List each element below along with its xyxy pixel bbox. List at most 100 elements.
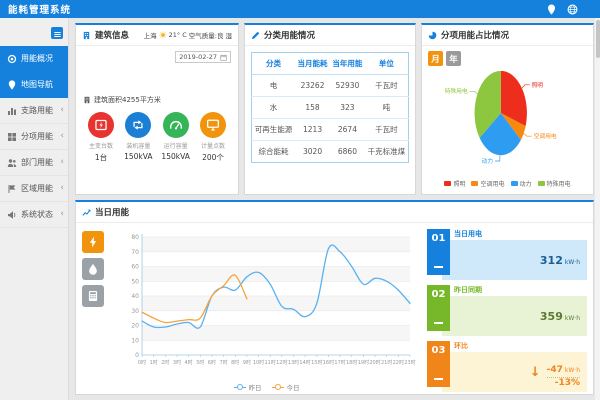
pie-legend-item[interactable]: 动力 (511, 179, 532, 188)
svg-text:16时: 16时 (322, 359, 333, 366)
weather-temp: 21° C (169, 31, 187, 39)
svg-text:8时: 8时 (231, 359, 239, 366)
sun-icon (159, 31, 167, 39)
flag-icon (7, 184, 17, 194)
sidebar-item-label: 用能概况 (21, 53, 53, 64)
line-chart: 010203040506070800时1时2时3时4时5时6时7时8时9时10时… (116, 227, 418, 377)
scrollbar[interactable] (595, 18, 600, 400)
sidebar: 用能概况地图导航支路用能‹分项用能‹部门用能‹区域用能‹系统状态‹ (0, 18, 69, 400)
svg-text:1时: 1时 (149, 359, 157, 366)
svg-text:5时: 5时 (196, 359, 204, 366)
table-header: 当月能耗 (295, 53, 330, 75)
pie-label-line (524, 133, 532, 136)
energy-toggle-meter[interactable] (82, 285, 104, 307)
overview-icon (7, 54, 17, 64)
redacted-label (160, 53, 172, 61)
location-pin-icon[interactable] (546, 4, 557, 15)
chevron-left-icon: ‹ (60, 184, 64, 193)
redacted-text (83, 68, 161, 77)
sidebar-collapse-button[interactable] (51, 27, 63, 39)
building-stat: 主变台数1台 (83, 112, 119, 163)
line-legend-item[interactable]: 昨日 (234, 382, 262, 392)
sidebar-item-region-energy[interactable]: 区域用能‹ (0, 176, 68, 202)
water-drop-icon (87, 263, 99, 275)
panel-title: 当日用能 (95, 206, 129, 218)
table-cell: 52930 (330, 75, 365, 97)
pie-legend-item[interactable]: 空调用电 (471, 179, 504, 188)
svg-text:22时: 22时 (392, 359, 403, 366)
daily-stats: 01 当日用电 312kW·h 02 昨日同期 359kW·h (427, 227, 587, 390)
table-cell: 323 (330, 97, 365, 119)
line-legend-item[interactable]: 今日 (272, 382, 300, 392)
weather-city: 上海 (144, 30, 157, 40)
subitem-share-panel: 分项用能占比情况 月年 照明空调用电动力特殊用电 照明空调用电动力特殊用电 (421, 23, 594, 195)
svg-text:11时: 11时 (264, 359, 275, 366)
svg-text:9时: 9时 (242, 359, 250, 366)
line-chart-area: 010203040506070800时1时2时3时4时5时6时7时8时9时10时… (116, 227, 418, 381)
sidebar-item-label: 分项用能 (21, 131, 53, 142)
panel-title: 分类用能情况 (264, 29, 315, 41)
chevron-left-icon: ‹ (60, 132, 64, 141)
pie-legend-item[interactable]: 照明 (444, 179, 465, 188)
svg-text:60: 60 (131, 264, 139, 271)
svg-text:7时: 7时 (219, 359, 227, 366)
svg-text:20: 20 (131, 323, 139, 330)
sidebar-item-dept-energy[interactable]: 部门用能‹ (0, 150, 68, 176)
building-stat-value: 150kVA (158, 152, 194, 161)
sidebar-item-label: 地图导航 (21, 79, 53, 90)
stat-badge: 03 (427, 341, 450, 387)
sidebar-item-branch-energy[interactable]: 支路用能‹ (0, 98, 68, 124)
pie-chart: 照明空调用电动力特殊用电 (426, 57, 589, 171)
app-title: 能耗管理系统 (8, 2, 71, 16)
energy-toggle-water-drop[interactable] (82, 258, 104, 280)
date-input[interactable]: 2019-02-27 (175, 51, 231, 63)
building-stat-value: 200个 (195, 152, 231, 163)
scrollbar-thumb[interactable] (596, 20, 600, 58)
sidebar-item-map-nav[interactable]: 地图导航 (0, 72, 68, 98)
svg-text:30: 30 (131, 308, 139, 315)
sidebar-item-system-status[interactable]: 系统状态 ‹ (0, 202, 68, 228)
pie-toggle-月[interactable]: 月 (428, 51, 443, 66)
gauge-icon (163, 112, 189, 138)
bar-chart-icon (7, 106, 17, 116)
table-cell: 可再生能源 (252, 119, 296, 141)
sidebar-item-label: 部门用能 (21, 157, 53, 168)
svg-text:10: 10 (131, 337, 139, 344)
app-header: 能耗管理系统 (0, 0, 600, 18)
globe-icon[interactable] (567, 4, 578, 15)
line-legend: 昨日今日 (234, 382, 300, 392)
daily-energy-panel: 当日用能 010203040506070800时1时2时3时4时5时6时7时8时… (75, 200, 594, 395)
building-stat-value: 1台 (83, 152, 119, 163)
table-cell: 千克标准煤 (365, 141, 409, 163)
pie-label-line (470, 91, 478, 94)
stat-card-yesterday: 02 昨日同期 359kW·h (427, 285, 587, 336)
table-row: 可再生能源12132674千瓦时 (252, 119, 409, 141)
building-info-panel: 建筑信息 上海 21° C 空气质量:良 湿 (75, 23, 239, 195)
svg-text:2时: 2时 (161, 359, 169, 366)
sidebar-item-subitem-energy[interactable]: 分项用能 ‹ (0, 124, 68, 150)
chevron-left-icon: ‹ (60, 210, 64, 219)
building-stat-label: 运行容量 (158, 141, 194, 150)
panel-title: 建筑信息 (95, 29, 129, 41)
category-energy-table: 分类当月能耗当年用能单位电2326252930千瓦时水158323吨可再生能源1… (251, 52, 409, 163)
calendar-icon (220, 54, 227, 61)
table-row: 综合能耗30206860千克标准煤 (252, 141, 409, 163)
pie-legend-item[interactable]: 特殊用电 (538, 179, 571, 188)
table-cell: 千瓦时 (365, 119, 409, 141)
svg-text:15时: 15时 (311, 359, 322, 366)
sidebar-item-label: 系统状态 (21, 209, 53, 220)
svg-text:13时: 13时 (287, 359, 298, 366)
svg-text:6时: 6时 (207, 359, 215, 366)
trend-icon (82, 208, 91, 217)
building-stat: 计量点数200个 (195, 112, 231, 163)
svg-text:18时: 18时 (346, 359, 357, 366)
energy-toggle-bolt[interactable] (82, 231, 104, 253)
sidebar-item-overview[interactable]: 用能概况 (0, 46, 68, 72)
building-stat-label: 装机容量 (120, 141, 156, 150)
svg-text:0时: 0时 (137, 359, 145, 366)
grid-icon (7, 132, 17, 142)
meter-icon (87, 290, 99, 302)
pie-label-line (522, 85, 530, 88)
pie-toggle-年[interactable]: 年 (446, 51, 461, 66)
header-icons (546, 4, 578, 15)
